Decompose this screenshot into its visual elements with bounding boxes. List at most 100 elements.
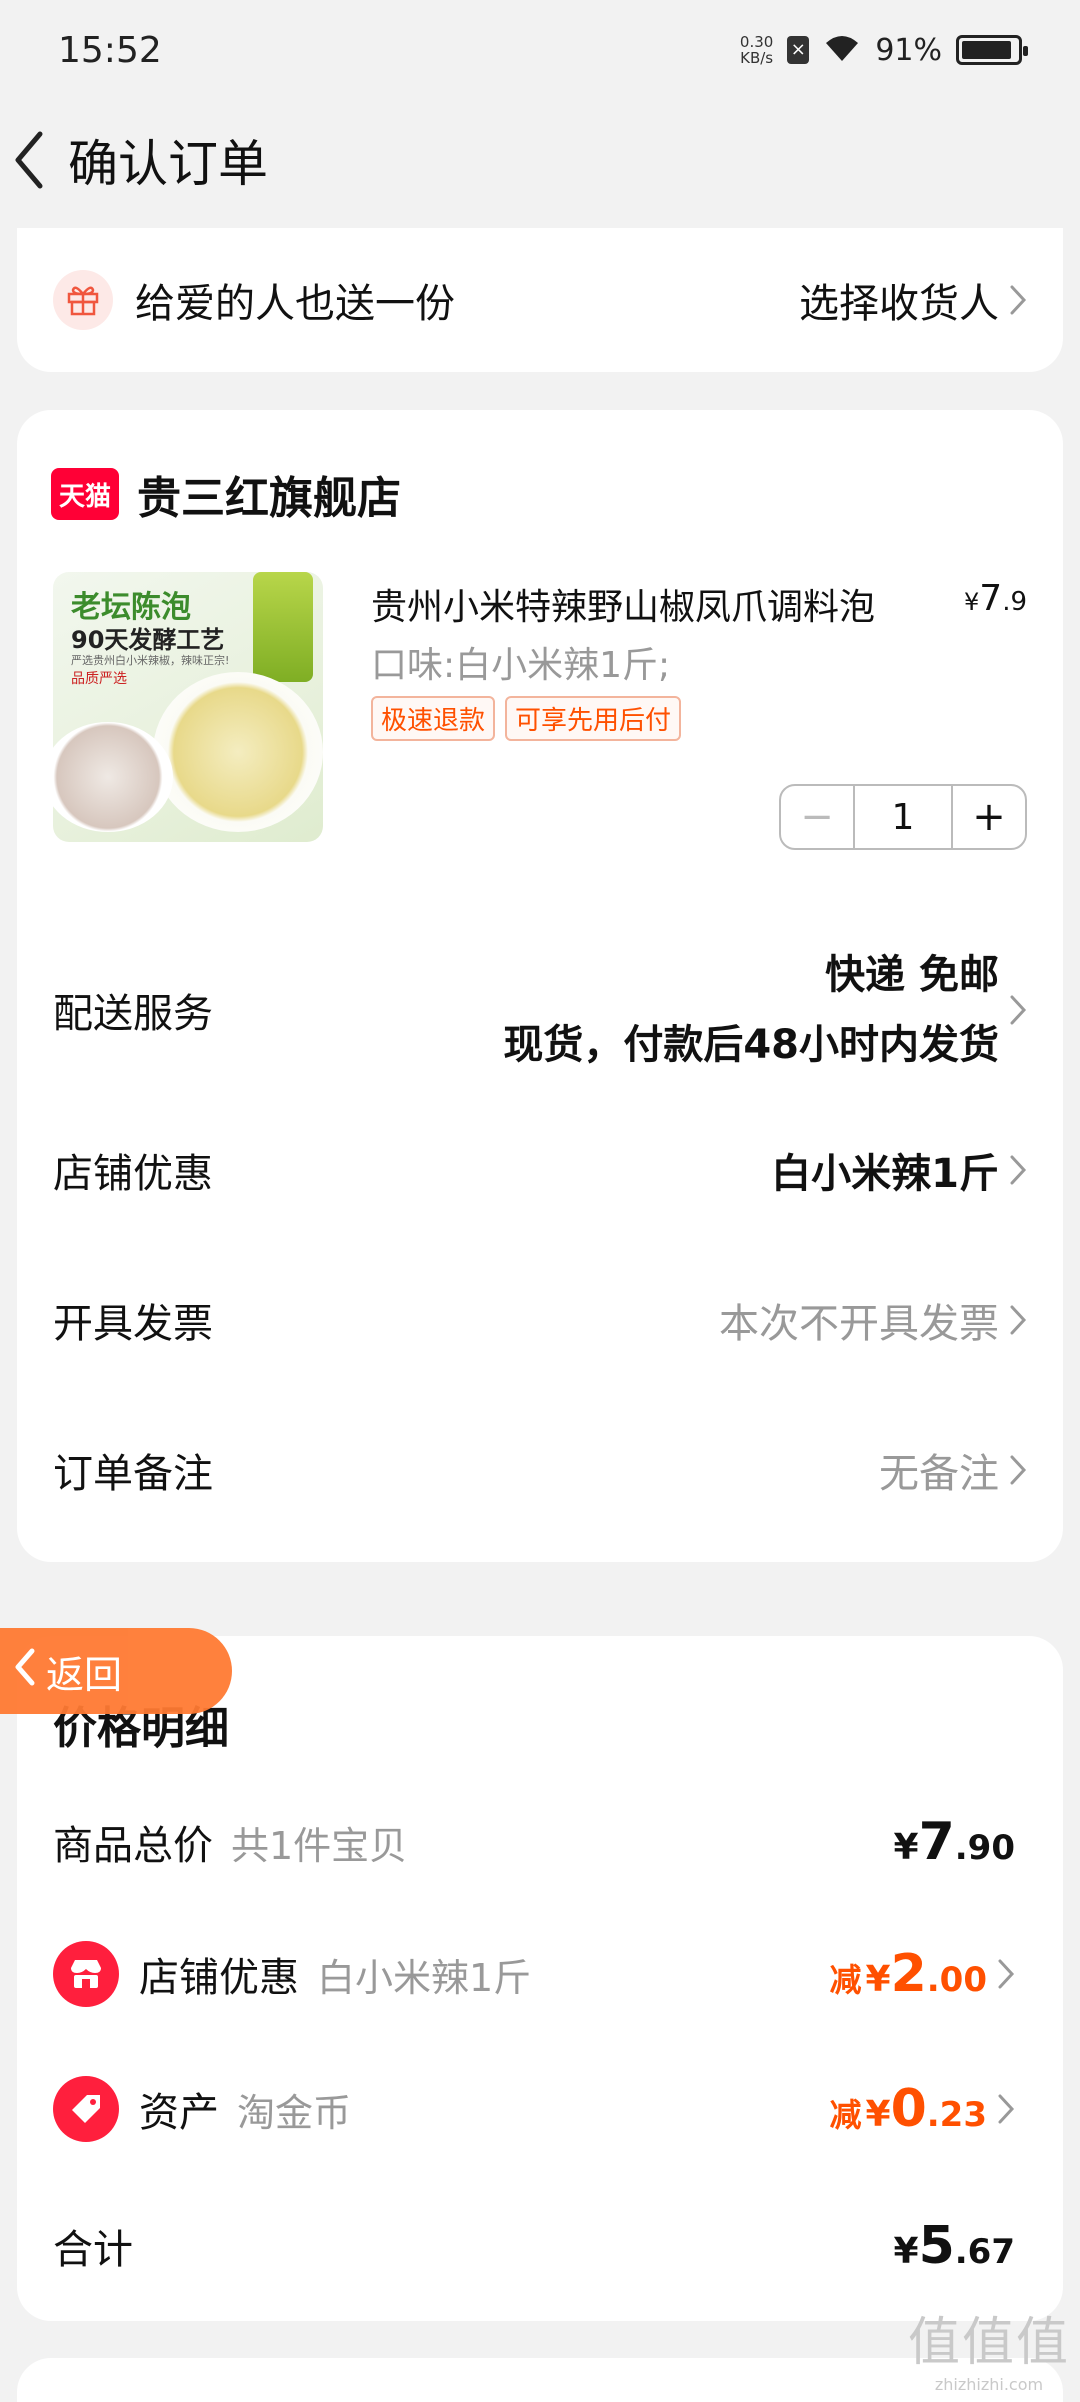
product-plate-graphic [53, 722, 173, 832]
network-speed-unit: KB/s [740, 49, 774, 67]
product-bowl-graphic [153, 672, 323, 832]
chevron-right-icon [1009, 1154, 1027, 1186]
shop-discount-value: 白小米辣1斤 [771, 1151, 999, 1197]
shop-header[interactable]: 天猫 贵三红旗舰店 [51, 462, 401, 526]
order-total-label: 合计 [53, 2227, 133, 2273]
goods-total-amount: ¥7.90 [894, 1812, 1015, 1872]
gift-label: 给爱的人也送一份 [135, 281, 455, 327]
shop-icon [53, 1941, 119, 2007]
battery-percent: 91% [875, 32, 942, 68]
invoice-row[interactable]: 开具发票 本次不开具发票 [53, 1290, 1027, 1350]
watermark-url: zhizhizhi.com [934, 2375, 1044, 2394]
minus-prefix: 减 [829, 1961, 862, 1999]
shop-discount-row[interactable]: 店铺优惠 白小米辣1斤 [53, 1140, 1027, 1200]
watermark-logo: 值值值 [907, 2313, 1070, 2373]
price-decimal: .9 [1002, 587, 1027, 617]
chevron-right-icon [1009, 1454, 1027, 1486]
delivery-value: 快递 免邮 现货，付款后48小时内发货 [213, 940, 1027, 1080]
floating-back-label: 返回 [46, 1652, 123, 1697]
floating-back-button[interactable]: 返回 [0, 1628, 232, 1714]
shop-discount-label: 店铺优惠 [53, 1151, 213, 1197]
shop-discount-amount: 减 ¥2.00 [830, 1944, 988, 2004]
assets-sub: 淘金币 [237, 2090, 352, 2135]
chevron-right-icon [997, 2093, 1015, 2125]
order-note-row[interactable]: 订单备注 无备注 [53, 1440, 1027, 1500]
network-speed-value: 0.30 [739, 33, 774, 51]
page-title: 确认订单 [68, 135, 268, 193]
minus-prefix: 减 [829, 2096, 862, 2134]
chevron-right-icon [1009, 1304, 1027, 1336]
back-chevron-icon[interactable] [12, 130, 46, 190]
assets-row[interactable]: 资产 淘金币 减 ¥0.23 [53, 2076, 1015, 2142]
no-sim-icon: × [787, 36, 810, 64]
invoice-label: 开具发票 [53, 1301, 213, 1347]
tmall-logo: 天猫 [51, 468, 119, 520]
goods-count: 共1件宝贝 [231, 1823, 408, 1868]
currency-symbol: ¥ [893, 1827, 919, 1868]
wifi-icon [823, 33, 861, 67]
shop-discount-detail-sub: 白小米辣1斤 [317, 1955, 532, 2000]
tag-pay-later: 可享先用后付 [505, 696, 682, 741]
nav-bar: 确认订单 [0, 105, 1080, 215]
chevron-right-icon [1009, 284, 1027, 316]
battery-icon [956, 35, 1028, 65]
back-chevron-icon [12, 1647, 38, 1696]
assets-label: 资产 [139, 2090, 219, 2136]
next-card [17, 2358, 1063, 2402]
goods-total-label: 商品总价 [53, 1823, 213, 1869]
currency-symbol: ¥ [865, 2094, 891, 2135]
shop-name[interactable]: 贵三红旗舰店 [137, 462, 401, 526]
status-time: 15:52 [58, 29, 162, 71]
product-spec: 口味:白小米辣1斤; [371, 645, 671, 686]
delivery-label: 配送服务 [53, 991, 213, 1037]
assets-amount: 减 ¥0.23 [830, 2079, 988, 2139]
product-title[interactable]: 贵州小米特辣野山椒凤爪调料泡 [371, 578, 875, 630]
amount-decimal: .23 [926, 2095, 987, 2135]
product-image-caption: 严选贵州白小米辣椒，辣味正宗! [71, 654, 230, 667]
watermark: 值值值 zhizhizhi.com [908, 2300, 1070, 2394]
quantity-value[interactable]: 1 [853, 786, 953, 848]
amount-decimal: .67 [954, 2232, 1015, 2272]
product-pack-graphic [253, 572, 313, 682]
price-integer: 7 [979, 578, 1003, 619]
chevron-right-icon [997, 1958, 1015, 1990]
quantity-stepper: − 1 + [779, 784, 1027, 850]
coupon-tag-icon [53, 2076, 119, 2142]
order-total-amount: ¥5.67 [894, 2216, 1015, 2276]
gift-icon [53, 270, 113, 330]
amount-integer: 5 [918, 2216, 955, 2276]
invoice-value: 本次不开具发票 [719, 1301, 999, 1347]
amount-decimal: .00 [926, 1960, 987, 2000]
product-image[interactable]: 老坛陈泡 90天发酵工艺 严选贵州白小米辣椒，辣味正宗! 品质严选 [53, 572, 323, 842]
chevron-right-icon [1009, 994, 1027, 1026]
battery-level [962, 41, 1012, 59]
tag-fast-refund: 极速退款 [371, 696, 496, 741]
shop-discount-detail-row[interactable]: 店铺优惠 白小米辣1斤 减 ¥2.00 [53, 1941, 1015, 2007]
select-recipient-link[interactable]: 选择收货人 [799, 271, 999, 329]
amount-integer: 0 [890, 2079, 927, 2139]
product-image-badge: 品质严选 [71, 671, 127, 687]
network-speed: 0.30 KB/s [740, 34, 773, 66]
delivery-service-row[interactable]: 配送服务 快递 免邮 现货，付款后48小时内发货 [53, 930, 1027, 1090]
delivery-time: 现货，付款后48小时内发货 [503, 1022, 999, 1068]
product-image-subhead: 90天发酵工艺 [71, 626, 225, 654]
amount-integer: 7 [918, 1812, 955, 1872]
delivery-method: 快递 免邮 [825, 952, 999, 998]
status-bar: 15:52 0.30 KB/s × 91% [0, 0, 1080, 100]
order-note-label: 订单备注 [53, 1451, 213, 1497]
shop-order-card: 天猫 贵三红旗舰店 老坛陈泡 90天发酵工艺 严选贵州白小米辣椒，辣味正宗! 品… [17, 410, 1063, 1562]
amount-decimal: .90 [954, 1828, 1015, 1868]
product-tags: 极速退款 可享先用后付 [371, 696, 682, 741]
price-currency: ¥ [964, 588, 980, 616]
currency-symbol: ¥ [865, 1959, 891, 2000]
amount-integer: 2 [890, 1944, 927, 2004]
gift-send-row[interactable]: 给爱的人也送一份 选择收货人 [17, 228, 1063, 372]
order-note-value: 无备注 [879, 1451, 999, 1497]
increase-quantity-button[interactable]: + [953, 786, 1025, 848]
currency-symbol: ¥ [893, 2231, 919, 2272]
product-price: ¥7.9 [964, 578, 1027, 619]
goods-total-row: 商品总价 共1件宝贝 ¥7.90 [53, 1812, 1015, 1872]
shop-discount-detail-label: 店铺优惠 [139, 1955, 299, 2001]
decrease-quantity-button[interactable]: − [781, 786, 853, 848]
status-icons: 0.30 KB/s × 91% [740, 32, 1028, 68]
